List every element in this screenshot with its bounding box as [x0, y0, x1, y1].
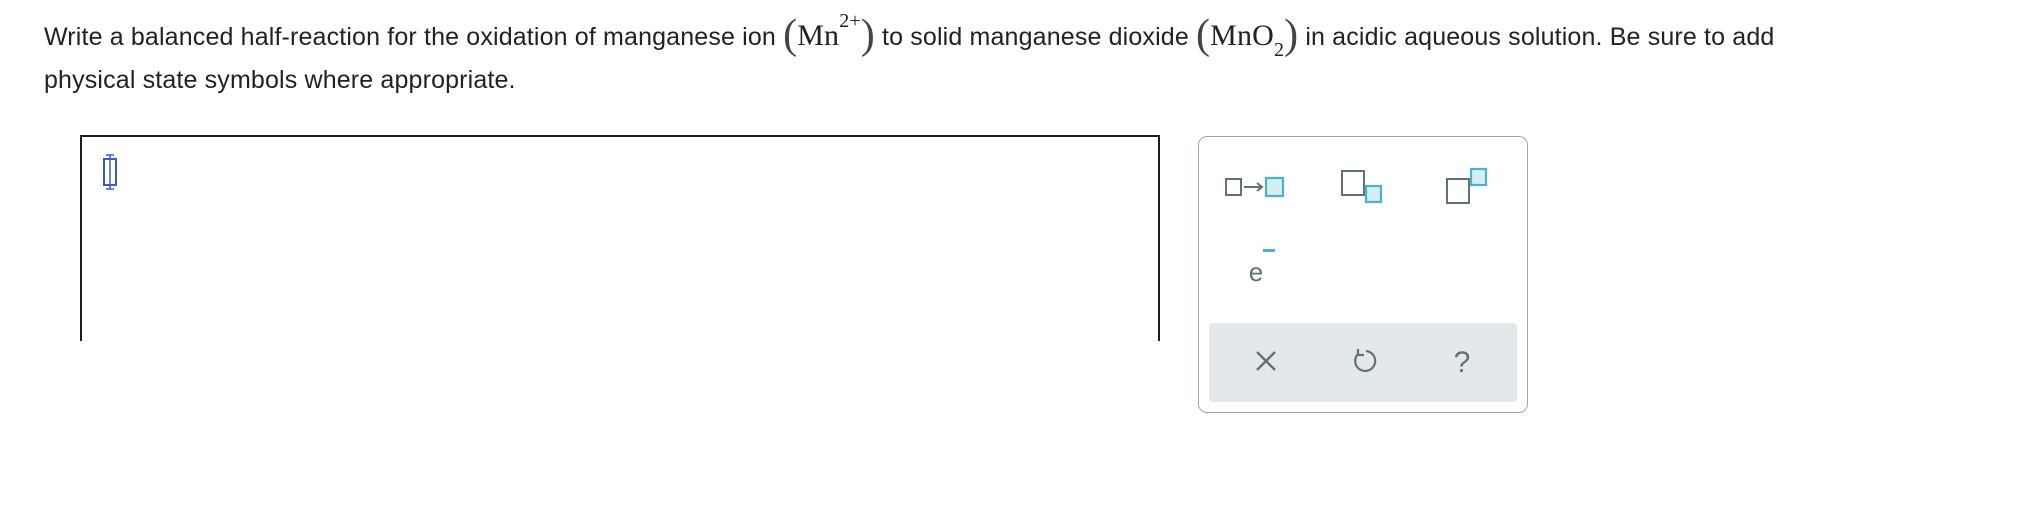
chemistry-palette: e ?	[1198, 136, 1528, 413]
undo-button[interactable]	[1329, 333, 1399, 393]
question-part-2: to solid manganese dioxide	[874, 23, 1196, 51]
question-part-1: Write a balanced half-reaction for the o…	[44, 23, 784, 51]
superscript-box-icon	[1441, 167, 1491, 207]
electron-tool[interactable]: e	[1221, 242, 1291, 302]
ion-formula: Mn2+	[797, 10, 861, 52]
question-text: Write a balanced half-reaction for the o…	[44, 8, 2014, 104]
box-arrow-box-icon	[1224, 172, 1288, 202]
electron-icon: e	[1248, 248, 1275, 288]
question-line-2: physical state symbols where appropriate…	[44, 66, 516, 94]
subscript-tool[interactable]	[1326, 157, 1396, 217]
question-icon: ?	[1453, 346, 1471, 379]
reaction-arrow-tool[interactable]	[1221, 157, 1291, 217]
x-icon	[1253, 348, 1279, 379]
product-symbol: MnO	[1210, 19, 1274, 52]
answer-input-box[interactable]	[80, 135, 1160, 341]
open-paren: (	[783, 12, 798, 58]
text-cursor-icon	[100, 153, 120, 191]
electron-label: e	[1248, 256, 1264, 287]
question-line-1: Write a balanced half-reaction for the o…	[44, 8, 2014, 61]
subscript-box-icon	[1336, 167, 1386, 207]
open-paren: (	[1196, 12, 1211, 58]
superscript-tool[interactable]	[1431, 157, 1501, 217]
question-part-3: in acidic aqueous solution. Be sure to a…	[1298, 23, 1775, 51]
electron-minus-mark	[1262, 248, 1275, 252]
close-paren: )	[860, 12, 875, 58]
product-subscript: 2	[1273, 39, 1285, 61]
ion-symbol: Mn	[797, 19, 840, 52]
ion-charge: 2+	[839, 10, 861, 32]
help-button[interactable]: ?	[1427, 333, 1497, 393]
undo-icon	[1349, 346, 1379, 381]
close-paren: )	[1284, 12, 1299, 58]
product-formula: MnO2	[1210, 19, 1284, 61]
clear-button[interactable]	[1231, 333, 1301, 393]
palette-action-bar: ?	[1209, 323, 1517, 402]
